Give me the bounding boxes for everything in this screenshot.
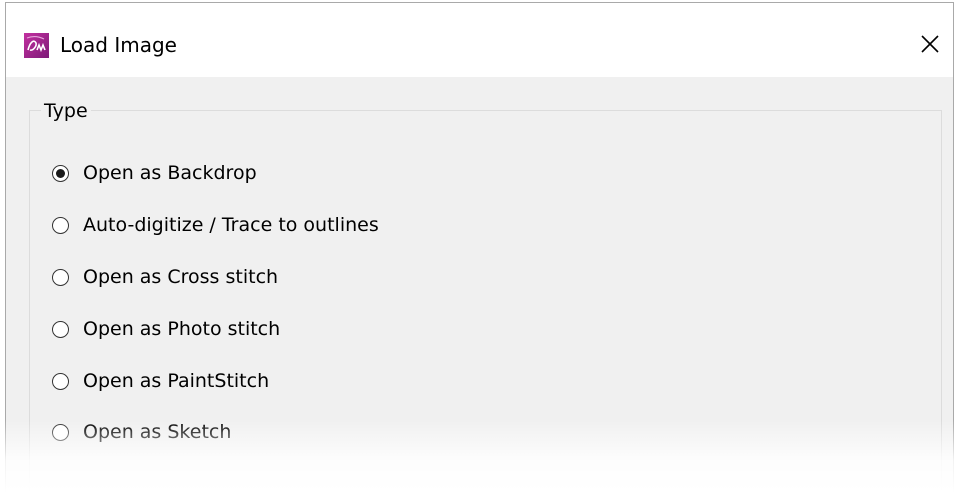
radio-open-as-paintstitch[interactable]: Open as PaintStitch [52,366,269,396]
radio-selected-dot [56,168,65,178]
radio-open-as-sketch[interactable]: Open as Sketch [52,417,231,447]
load-image-dialog: Load Image Type Open as Backdrop Auto-di… [5,2,954,493]
radio-button[interactable] [52,320,69,338]
radio-label: Open as Cross stitch [83,266,279,288]
app-icon [24,33,49,58]
radio-open-as-photo-stitch[interactable]: Open as Photo stitch [52,314,280,344]
radio-auto-digitize[interactable]: Auto-digitize / Trace to outlines [52,210,379,240]
window-title: Load Image [60,33,177,57]
type-group-legend: Type [41,100,91,122]
title-bar[interactable]: Load Image [6,3,953,77]
radio-label: Auto-digitize / Trace to outlines [83,214,379,236]
radio-open-as-cross-stitch[interactable]: Open as Cross stitch [52,262,278,292]
close-icon [921,35,939,53]
dialog-body: Type Open as Backdrop Auto-digitize / Tr… [6,77,953,493]
close-button[interactable] [907,23,953,65]
radio-label: Open as Backdrop [83,162,257,184]
radio-label: Open as Photo stitch [83,318,281,340]
radio-label: Open as PaintStitch [83,370,270,392]
radio-label: Open as Sketch [83,421,232,443]
radio-button[interactable] [52,268,69,286]
radio-open-as-backdrop[interactable]: Open as Backdrop [52,158,257,188]
radio-button[interactable] [52,372,69,390]
radio-button[interactable] [52,216,69,234]
radio-button[interactable] [52,423,69,441]
radio-button-selected[interactable] [52,164,69,182]
